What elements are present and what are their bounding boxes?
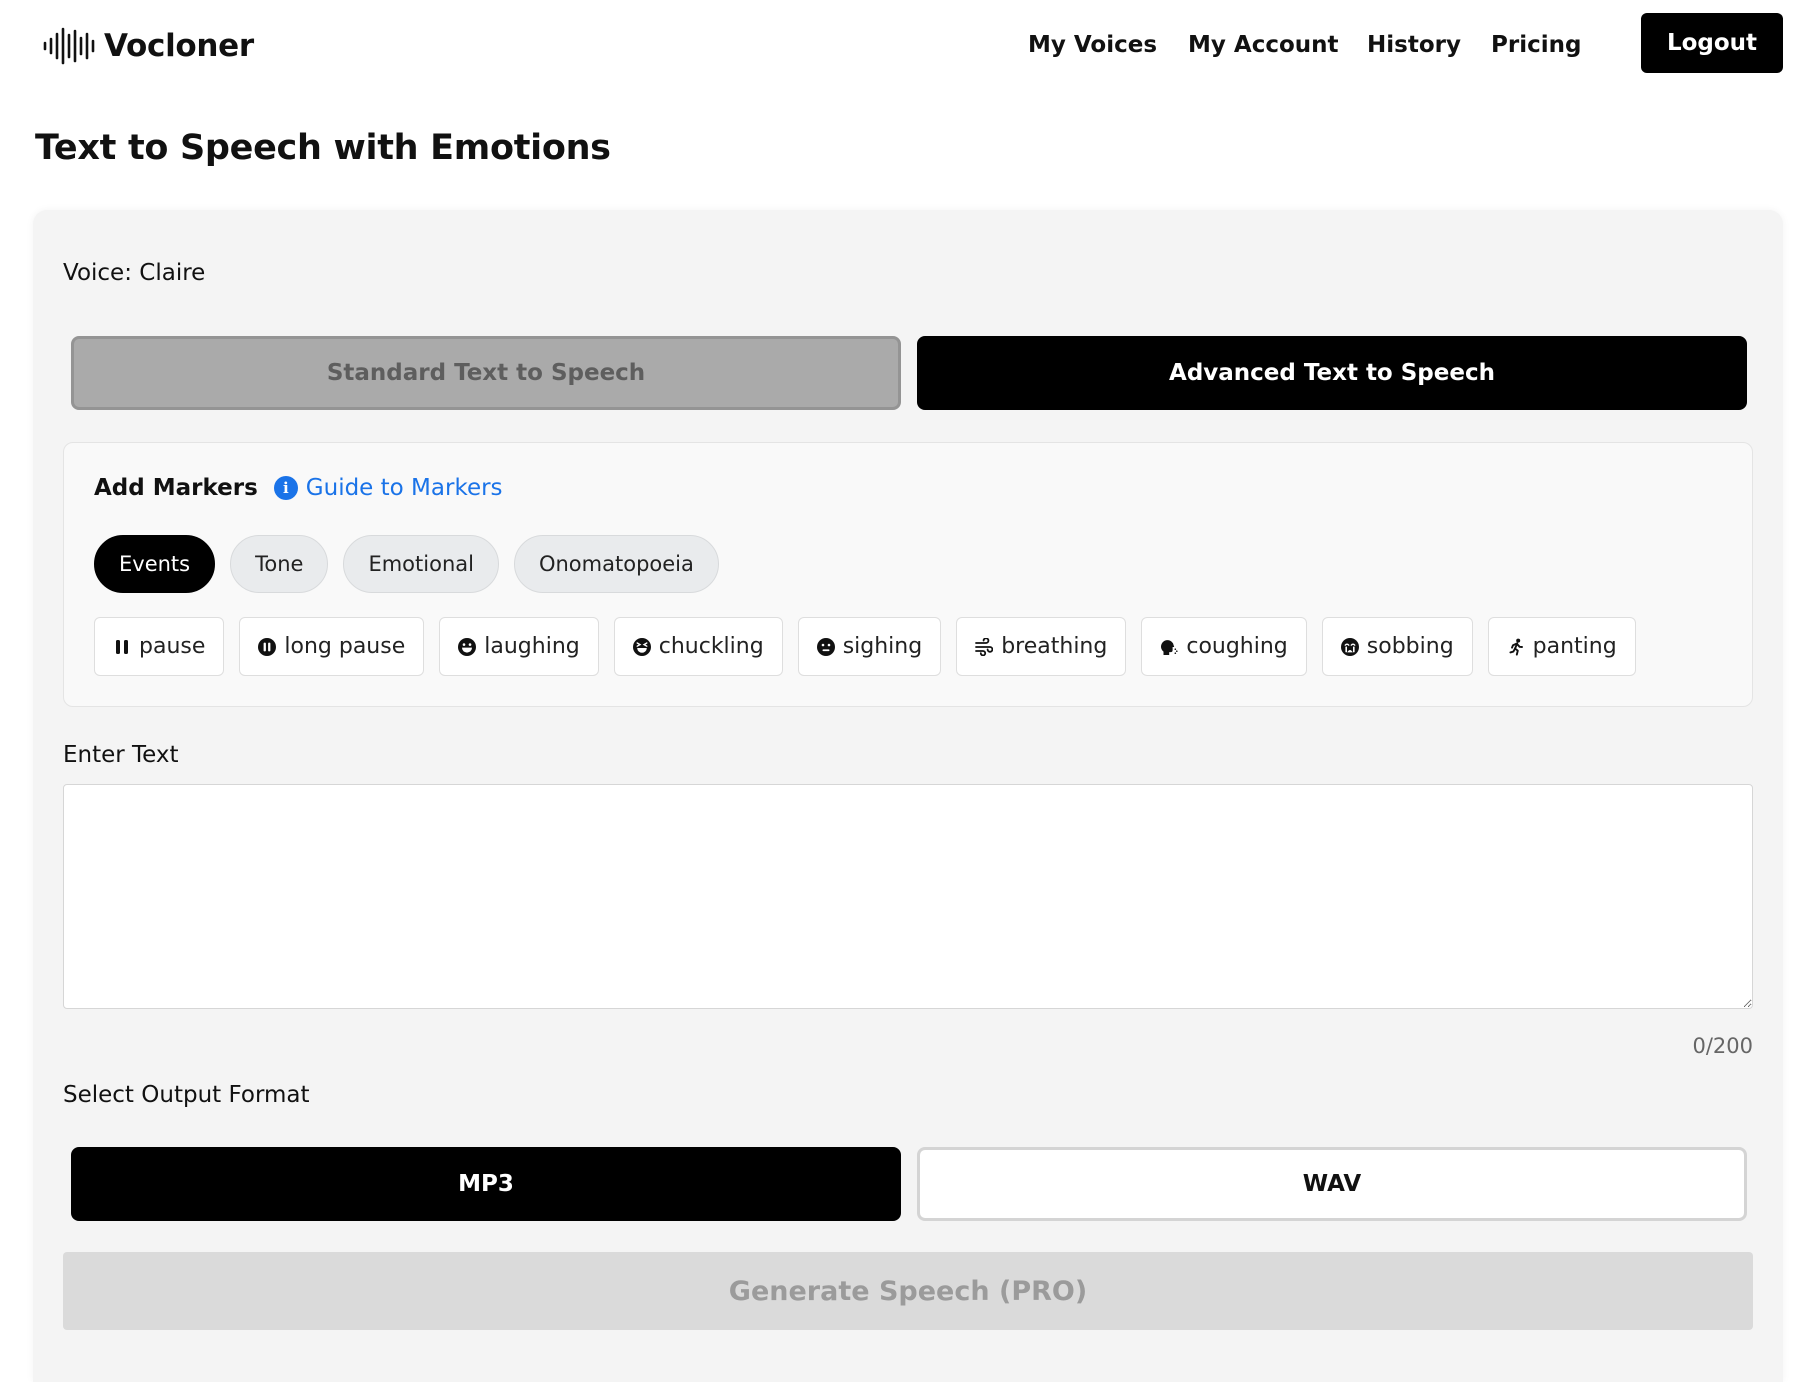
nav-my-voices[interactable]: My Voices <box>1028 24 1157 66</box>
pause-circle-icon <box>258 637 277 656</box>
marker-label: long pause <box>284 634 406 659</box>
nav-history[interactable]: History <box>1367 24 1461 66</box>
marker-label: sighing <box>842 634 923 659</box>
marker-long-pause[interactable]: long pause <box>239 617 425 676</box>
tab-events[interactable]: Events <box>94 535 216 593</box>
markers-panel: Add Markers i Guide to Markers Events To… <box>63 442 1753 707</box>
soundwave-icon <box>43 27 95 65</box>
marker-sighing[interactable]: sighing <box>797 617 942 676</box>
tab-emotional[interactable]: Emotional <box>343 535 499 593</box>
marker-chuckling[interactable]: chuckling <box>613 617 783 676</box>
mp3-format-button[interactable]: MP3 <box>71 1147 901 1221</box>
marker-label: breathing <box>1001 634 1108 659</box>
page-title: Text to Speech with Emotions <box>35 128 611 168</box>
laughing-face-icon <box>458 637 477 656</box>
info-icon: i <box>273 476 298 500</box>
character-counter: 0/200 <box>1692 1034 1753 1058</box>
marker-chips: pause long pause laughing chuckling sigh… <box>94 617 1636 676</box>
marker-panting[interactable]: panting <box>1487 617 1636 676</box>
marker-label: sobbing <box>1366 634 1454 659</box>
markers-header: Add Markers i Guide to Markers <box>94 475 503 501</box>
nav-my-account[interactable]: My Account <box>1188 24 1339 66</box>
pause-icon <box>116 639 128 654</box>
tts-card: Voice: Claire Standard Text to Speech Ad… <box>33 210 1783 1382</box>
guide-to-markers-link[interactable]: i Guide to Markers <box>273 475 503 501</box>
tab-onomatopoeia[interactable]: Onomatopoeia <box>513 535 719 593</box>
marker-pause[interactable]: pause <box>94 617 225 676</box>
brand-name: Vocloner <box>104 28 254 64</box>
brand-logo[interactable]: Vocloner <box>42 26 254 66</box>
text-input[interactable] <box>63 784 1753 1009</box>
enter-text-label: Enter Text <box>63 742 179 768</box>
generate-speech-button[interactable]: Generate Speech (PRO) <box>63 1252 1753 1330</box>
sighing-face-icon <box>816 637 835 656</box>
chuckling-face-icon <box>632 637 651 656</box>
marker-coughing[interactable]: coughing <box>1141 617 1307 676</box>
standard-tts-button[interactable]: Standard Text to Speech <box>71 336 901 410</box>
sobbing-face-icon <box>1340 637 1359 656</box>
marker-category-tabs: Events Tone Emotional Onomatopoeia <box>94 535 719 593</box>
marker-breathing[interactable]: breathing <box>956 617 1127 676</box>
marker-label: laughing <box>484 634 580 659</box>
running-person-icon <box>1509 638 1523 656</box>
marker-label: chuckling <box>658 634 764 659</box>
nav-pricing[interactable]: Pricing <box>1491 24 1581 66</box>
guide-link-label: Guide to Markers <box>305 475 503 501</box>
voice-line: Voice: Claire <box>63 260 205 286</box>
marker-label: coughing <box>1186 634 1288 659</box>
voice-name: Claire <box>139 260 206 286</box>
advanced-tts-button[interactable]: Advanced Text to Speech <box>917 336 1747 410</box>
coughing-head-icon <box>1161 639 1178 655</box>
tab-tone[interactable]: Tone <box>230 535 329 593</box>
voice-label: Voice: <box>63 260 132 286</box>
logout-button[interactable]: Logout <box>1641 13 1783 73</box>
wind-icon <box>975 637 994 656</box>
marker-label: panting <box>1532 634 1617 659</box>
marker-label: pause <box>139 634 206 659</box>
marker-laughing[interactable]: laughing <box>439 617 599 676</box>
marker-sobbing[interactable]: sobbing <box>1321 617 1473 676</box>
output-format-label: Select Output Format <box>63 1082 310 1108</box>
markers-label: Add Markers <box>94 475 258 501</box>
wav-format-button[interactable]: WAV <box>917 1147 1747 1221</box>
